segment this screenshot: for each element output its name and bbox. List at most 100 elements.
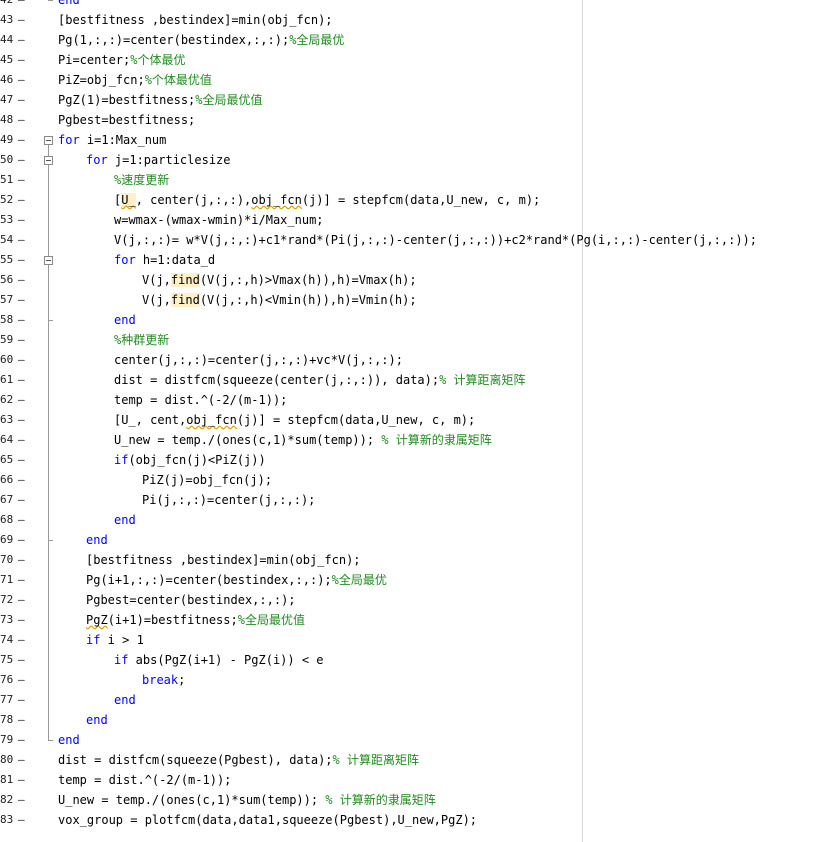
code-text[interactable]: V(j,:,:)= w*V(j,:,:)+c1*rand*(Pi(j,:,:)-… <box>114 230 757 250</box>
breakpoint-marker[interactable]: — <box>18 170 25 190</box>
breakpoint-marker[interactable]: — <box>18 790 25 810</box>
code-text[interactable]: if i > 1 <box>86 630 144 650</box>
code-line[interactable]: 60 — center(j,:,:)=center(j,:,:)+vc*V(j,:,… <box>0 350 820 370</box>
code-text[interactable]: V(j,find(V(j,:,h)>Vmax(h)),h)=Vmax(h); <box>142 270 417 290</box>
breakpoint-marker[interactable]: — <box>18 90 25 110</box>
code-line[interactable]: 65 — if(obj_fcn(j)<PiZ(j)) <box>0 450 820 470</box>
breakpoint-marker[interactable]: — <box>18 470 25 490</box>
breakpoint-marker[interactable]: — <box>18 70 25 90</box>
code-line[interactable]: 71 — Pg(i+1,:,:)=center(bestindex,:,:);%全局… <box>0 570 820 590</box>
code-line[interactable]: 61 — dist = distfcm(squeeze(center(j,:,:))… <box>0 370 820 390</box>
breakpoint-marker[interactable]: — <box>18 590 25 610</box>
breakpoint-marker[interactable]: — <box>18 290 25 310</box>
breakpoint-marker[interactable]: — <box>18 650 25 670</box>
code-text[interactable]: PgZ(i+1)=bestfitness;%全局最优值 <box>86 610 305 630</box>
breakpoint-marker[interactable]: — <box>18 610 25 630</box>
code-text[interactable]: PiZ(j)=obj_fcn(j); <box>142 470 272 490</box>
code-line[interactable]: 64 — U_new = temp./(ones(c,1)*sum(temp)); … <box>0 430 820 450</box>
code-line[interactable]: 47 — PgZ(1)=bestfitness;%全局最优值 <box>0 90 820 110</box>
code-line[interactable]: 82 — U_new = temp./(ones(c,1)*sum(temp)); … <box>0 790 820 810</box>
code-line[interactable]: 59 — %种群更新 <box>0 330 820 350</box>
code-text[interactable]: U_new = temp./(ones(c,1)*sum(temp)); % 计… <box>58 790 436 810</box>
code-text[interactable]: dist = distfcm(squeeze(Pgbest), data);% … <box>58 750 419 770</box>
breakpoint-marker[interactable]: — <box>18 630 25 650</box>
code-line[interactable]: 73 — PgZ(i+1)=bestfitness;%全局最优值 <box>0 610 820 630</box>
breakpoint-marker[interactable]: — <box>18 810 25 830</box>
code-line[interactable]: 81 — temp = dist.^(-2/(m-1)); <box>0 770 820 790</box>
code-text[interactable]: for h=1:data_d <box>114 250 215 270</box>
code-text[interactable]: w=wmax-(wmax-wmin)*i/Max_num; <box>114 210 324 230</box>
code-text[interactable]: end <box>114 310 136 330</box>
breakpoint-marker[interactable]: — <box>18 350 25 370</box>
code-text[interactable]: if abs(PgZ(i+1) - PgZ(i)) < e <box>114 650 324 670</box>
code-line[interactable]: 62 — temp = dist.^(-2/(m-1)); <box>0 390 820 410</box>
code-text[interactable]: temp = dist.^(-2/(m-1)); <box>58 770 231 790</box>
breakpoint-marker[interactable]: — <box>18 0 25 10</box>
code-text[interactable]: V(j,find(V(j,:,h)<Vmin(h)),h)=Vmin(h); <box>142 290 417 310</box>
code-text[interactable]: end <box>114 690 136 710</box>
breakpoint-marker[interactable]: — <box>18 410 25 430</box>
code-text[interactable]: for j=1:particlesize <box>86 150 231 170</box>
code-line[interactable]: 46 — PiZ=obj_fcn;%个体最优值 <box>0 70 820 90</box>
breakpoint-marker[interactable]: — <box>18 150 25 170</box>
breakpoint-marker[interactable]: — <box>18 430 25 450</box>
code-line[interactable]: 83 — vox_group = plotfcm(data,data1,squeez… <box>0 810 820 830</box>
code-line[interactable]: 51 — %速度更新 <box>0 170 820 190</box>
code-text[interactable]: Pg(i+1,:,:)=center(bestindex,:,:);%全局最优 <box>86 570 387 590</box>
code-line[interactable]: 66 — PiZ(j)=obj_fcn(j); <box>0 470 820 490</box>
breakpoint-marker[interactable]: — <box>18 510 25 530</box>
code-line[interactable]: 70 — [bestfitness ,bestindex]=min(obj_fcn)… <box>0 550 820 570</box>
breakpoint-marker[interactable]: — <box>18 450 25 470</box>
code-line[interactable]: 42 — end <box>0 0 820 10</box>
breakpoint-marker[interactable]: — <box>18 550 25 570</box>
breakpoint-marker[interactable]: — <box>18 270 25 290</box>
code-line[interactable]: 77 — end <box>0 690 820 710</box>
code-line[interactable]: 55 — for h=1:data_d <box>0 250 820 270</box>
code-text[interactable]: Pi(j,:,:)=center(j,:,:); <box>142 490 315 510</box>
code-text[interactable]: PiZ=obj_fcn;%个体最优值 <box>58 70 212 90</box>
code-line[interactable]: 75 — if abs(PgZ(i+1) - PgZ(i)) < e <box>0 650 820 670</box>
code-line[interactable]: 76 — break; <box>0 670 820 690</box>
code-line[interactable]: 53 — w=wmax-(wmax-wmin)*i/Max_num; <box>0 210 820 230</box>
code-text[interactable]: Pgbest=center(bestindex,:,:); <box>86 590 296 610</box>
code-text[interactable]: Pgbest=bestfitness; <box>58 110 195 130</box>
code-text[interactable]: U_new = temp./(ones(c,1)*sum(temp)); % 计… <box>114 430 492 450</box>
code-text[interactable]: for i=1:Max_num <box>58 130 166 150</box>
breakpoint-marker[interactable]: — <box>18 570 25 590</box>
code-text[interactable]: %种群更新 <box>114 330 169 350</box>
code-text[interactable]: temp = dist.^(-2/(m-1)); <box>114 390 287 410</box>
breakpoint-marker[interactable]: — <box>18 750 25 770</box>
code-text[interactable]: end <box>114 510 136 530</box>
breakpoint-marker[interactable]: — <box>18 330 25 350</box>
code-line[interactable]: 48 — Pgbest=bestfitness; <box>0 110 820 130</box>
breakpoint-marker[interactable]: — <box>18 690 25 710</box>
breakpoint-marker[interactable]: — <box>18 110 25 130</box>
code-line[interactable]: 72 — Pgbest=center(bestindex,:,:); <box>0 590 820 610</box>
breakpoint-marker[interactable]: — <box>18 670 25 690</box>
breakpoint-marker[interactable]: — <box>18 730 25 750</box>
code-text[interactable]: [U_, center(j,:,:),obj_fcn(j)] = stepfcm… <box>114 190 540 210</box>
breakpoint-marker[interactable]: — <box>18 230 25 250</box>
code-text[interactable]: Pg(1,:,:)=center(bestindex,:,:);%全局最优 <box>58 30 344 50</box>
breakpoint-marker[interactable]: — <box>18 370 25 390</box>
code-text[interactable]: [bestfitness ,bestindex]=min(obj_fcn); <box>58 10 333 30</box>
breakpoint-marker[interactable]: — <box>18 770 25 790</box>
code-text[interactable]: if(obj_fcn(j)<PiZ(j)) <box>114 450 266 470</box>
code-line[interactable]: 50 — for j=1:particlesize <box>0 150 820 170</box>
breakpoint-marker[interactable]: — <box>18 490 25 510</box>
code-text[interactable]: PgZ(1)=bestfitness;%全局最优值 <box>58 90 263 110</box>
code-text[interactable]: end <box>58 0 80 10</box>
code-text[interactable]: [bestfitness ,bestindex]=min(obj_fcn); <box>86 550 361 570</box>
code-line[interactable]: 58 — end <box>0 310 820 330</box>
breakpoint-marker[interactable]: — <box>18 30 25 50</box>
breakpoint-marker[interactable]: — <box>18 130 25 150</box>
code-text[interactable]: end <box>58 730 80 750</box>
code-text[interactable]: end <box>86 710 108 730</box>
code-line[interactable]: 80 — dist = distfcm(squeeze(Pgbest), data)… <box>0 750 820 770</box>
code-text[interactable]: center(j,:,:)=center(j,:,:)+vc*V(j,:,:); <box>114 350 403 370</box>
code-text[interactable]: [U_, cent,obj_fcn(j)] = stepfcm(data,U_n… <box>114 410 475 430</box>
breakpoint-marker[interactable]: — <box>18 530 25 550</box>
code-line[interactable]: 67 — Pi(j,:,:)=center(j,:,:); <box>0 490 820 510</box>
code-line[interactable]: 78 — end <box>0 710 820 730</box>
breakpoint-marker[interactable]: — <box>18 190 25 210</box>
